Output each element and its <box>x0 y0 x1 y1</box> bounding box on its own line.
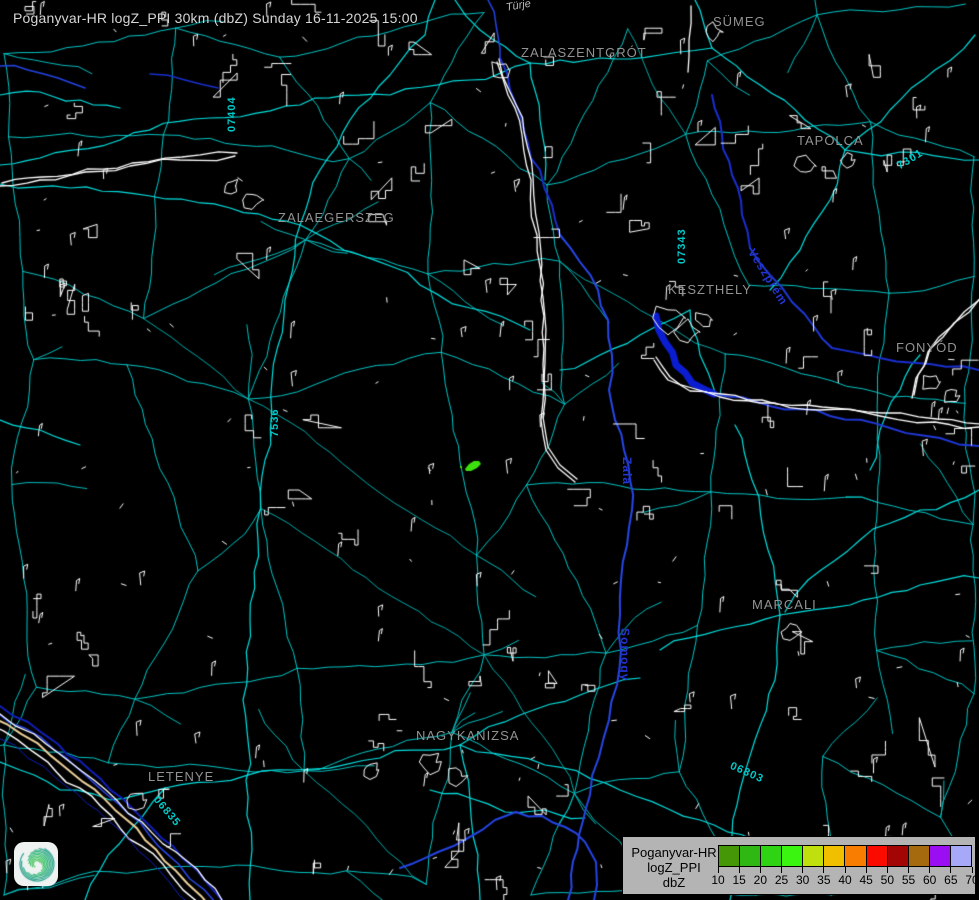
legend-tick-value: 10 <box>711 873 724 887</box>
legend-tick-value: 15 <box>732 873 745 887</box>
legend-station-name: Poganyvar-HR <box>627 846 721 859</box>
legend-tick-value: 45 <box>859 873 872 887</box>
legend-tick-value: 40 <box>838 873 851 887</box>
legend-swatch-30-35 <box>802 845 823 867</box>
dbz-legend-panel: Poganyvar-HR logZ_PPI dbZ 10 15 20 25 30 35 40… <box>622 836 976 895</box>
legend-tick-value: 65 <box>944 873 957 887</box>
legend-tick-value: 30 <box>796 873 809 887</box>
legend-tick-value: 50 <box>881 873 894 887</box>
met-service-logo[interactable] <box>14 842 58 886</box>
radar-screen: SÜMEGZALASZENTGRÓTTAPOLCAZALAEGERSZEGKES… <box>0 0 979 900</box>
legend-tick-value: 70 <box>965 873 978 887</box>
legend-tick-value: 35 <box>817 873 830 887</box>
legend-swatch-25-30 <box>781 845 802 867</box>
legend-swatch-65-70 <box>950 845 972 867</box>
spiral-logo-icon <box>14 842 58 886</box>
legend-swatch-40-45 <box>844 845 865 867</box>
legend-tick-value: 25 <box>775 873 788 887</box>
legend-swatch-10-15 <box>718 845 739 867</box>
legend-colorbar <box>718 845 972 867</box>
legend-swatch-55-60 <box>908 845 929 867</box>
legend-product-name: logZ_PPI <box>627 861 721 874</box>
legend-swatch-15-20 <box>739 845 760 867</box>
legend-tick-value: 55 <box>902 873 915 887</box>
legend-tick-value: 60 <box>923 873 936 887</box>
radar-map-canvas <box>0 0 979 900</box>
legend-tick-value: 20 <box>754 873 767 887</box>
radar-product-title: Poganyvar-HR logZ_PPI 30km (dbZ) Sunday … <box>13 10 418 26</box>
legend-swatch-45-50 <box>866 845 887 867</box>
legend-swatch-20-25 <box>760 845 781 867</box>
legend-swatch-60-65 <box>929 845 950 867</box>
legend-swatch-35-40 <box>823 845 844 867</box>
legend-unit-label: dbZ <box>627 876 721 889</box>
legend-swatch-50-55 <box>887 845 908 867</box>
